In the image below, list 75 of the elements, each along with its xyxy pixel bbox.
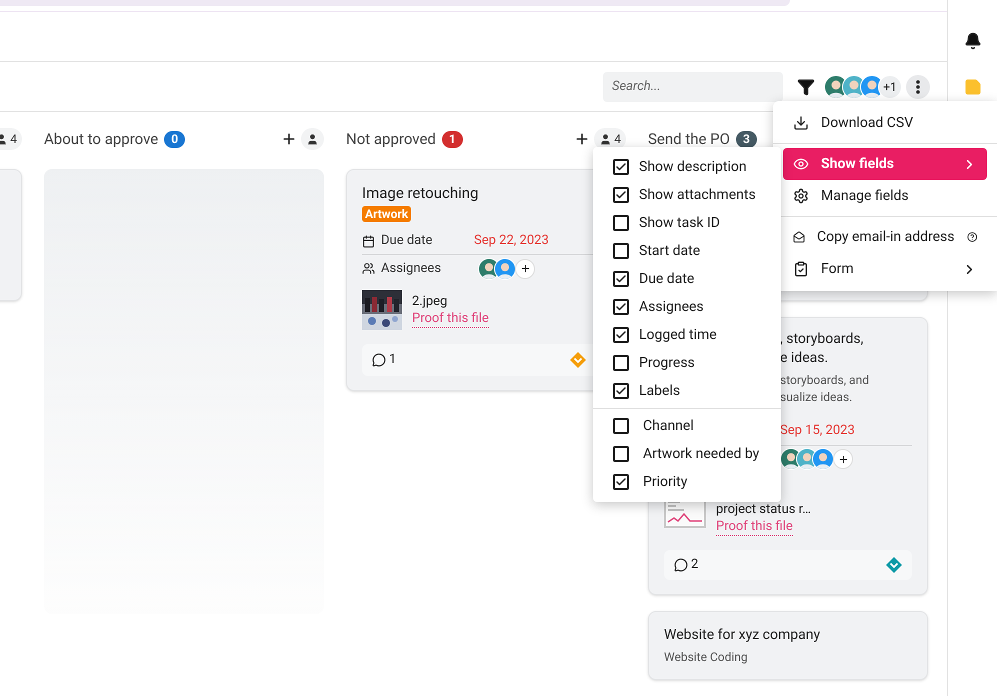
checkbox[interactable] bbox=[613, 243, 629, 259]
comment-count: 2 bbox=[691, 556, 698, 574]
description-fragment: storyboards, and bbox=[780, 372, 870, 389]
checkbox[interactable] bbox=[613, 271, 629, 287]
member-count: 4 bbox=[10, 131, 17, 148]
members-pill[interactable]: 4 bbox=[0, 128, 22, 150]
checkbox[interactable] bbox=[613, 215, 629, 231]
menu-item[interactable]: Form bbox=[783, 253, 987, 285]
task-card[interactable]: Website for xyz company Website Coding bbox=[648, 611, 928, 680]
column-title: Not approved bbox=[346, 128, 436, 150]
comment-count: 1 bbox=[389, 351, 396, 370]
checkbox[interactable] bbox=[613, 418, 629, 434]
more-members-badge[interactable]: +1 bbox=[878, 74, 902, 98]
menu-item[interactable]: Download CSV bbox=[783, 107, 987, 139]
due-date: Sep 22, 2023 bbox=[474, 232, 549, 250]
more-button[interactable] bbox=[906, 74, 930, 98]
person-icon bbox=[306, 132, 319, 146]
check-icon bbox=[615, 385, 627, 397]
check-icon bbox=[615, 329, 627, 341]
filter-icon[interactable] bbox=[797, 78, 815, 96]
members-pill[interactable] bbox=[301, 128, 324, 150]
column-title: About to approve bbox=[44, 128, 158, 150]
bell-icon[interactable] bbox=[964, 32, 982, 50]
checkbox[interactable] bbox=[613, 187, 629, 203]
checkbox[interactable] bbox=[613, 299, 629, 315]
menu-item[interactable]: Show fields bbox=[783, 148, 987, 180]
add-icon[interactable] bbox=[574, 131, 590, 147]
add-assignee-button[interactable] bbox=[515, 258, 535, 278]
card-subtitle: Website Coding bbox=[664, 649, 749, 666]
file-name: 2.jpeg bbox=[412, 292, 448, 310]
menu-item[interactable]: Manage fields bbox=[783, 180, 987, 212]
count-badge: 3 bbox=[736, 130, 757, 148]
comment-icon bbox=[674, 558, 688, 572]
description-fragment: sualize ideas. bbox=[780, 389, 854, 406]
due-date: Sep 15, 2023 bbox=[780, 422, 855, 440]
card-title: Image retouching bbox=[362, 183, 480, 203]
label-tag: Artwork bbox=[362, 206, 412, 222]
envelope-icon bbox=[793, 229, 806, 245]
proof-link[interactable]: Proof this file bbox=[716, 518, 793, 536]
comment-icon bbox=[372, 353, 386, 367]
field-label: Assignees bbox=[381, 260, 442, 278]
plus-icon bbox=[520, 263, 530, 274]
more-icon bbox=[916, 80, 920, 94]
checkbox[interactable] bbox=[613, 159, 629, 175]
add-icon[interactable] bbox=[281, 131, 297, 147]
card-title: Website for xyz company bbox=[664, 626, 822, 645]
check-icon bbox=[615, 161, 627, 173]
download-icon bbox=[793, 115, 809, 131]
count-badge: 1 bbox=[442, 130, 463, 148]
clipboard-icon bbox=[793, 261, 809, 277]
column-title: Send the PO bbox=[648, 128, 730, 150]
member-count: 4 bbox=[614, 131, 621, 148]
field-label: Due date bbox=[381, 232, 434, 250]
settings-icon bbox=[793, 188, 809, 204]
search-field[interactable]: Search... bbox=[603, 72, 783, 102]
person-icon bbox=[599, 132, 612, 146]
eye-icon bbox=[793, 156, 809, 172]
check-icon bbox=[615, 189, 627, 201]
file-name: project status r… bbox=[716, 501, 811, 518]
proof-link[interactable]: Proof this file bbox=[412, 310, 489, 328]
checkbox[interactable] bbox=[613, 327, 629, 343]
plus-icon bbox=[838, 454, 848, 464]
calendar-icon bbox=[362, 234, 375, 248]
menu-item[interactable]: Copy email-in address bbox=[783, 221, 987, 253]
add-assignee-button[interactable] bbox=[833, 449, 853, 469]
check-icon bbox=[615, 273, 627, 285]
checkbox[interactable] bbox=[613, 355, 629, 371]
check-icon bbox=[615, 301, 627, 313]
help-icon[interactable] bbox=[966, 230, 977, 244]
checkbox[interactable] bbox=[613, 474, 629, 490]
count-badge: 0 bbox=[164, 130, 186, 148]
check-icon bbox=[615, 476, 627, 488]
checkbox[interactable] bbox=[613, 446, 629, 462]
people-icon bbox=[362, 262, 375, 275]
checkbox[interactable] bbox=[613, 383, 629, 399]
